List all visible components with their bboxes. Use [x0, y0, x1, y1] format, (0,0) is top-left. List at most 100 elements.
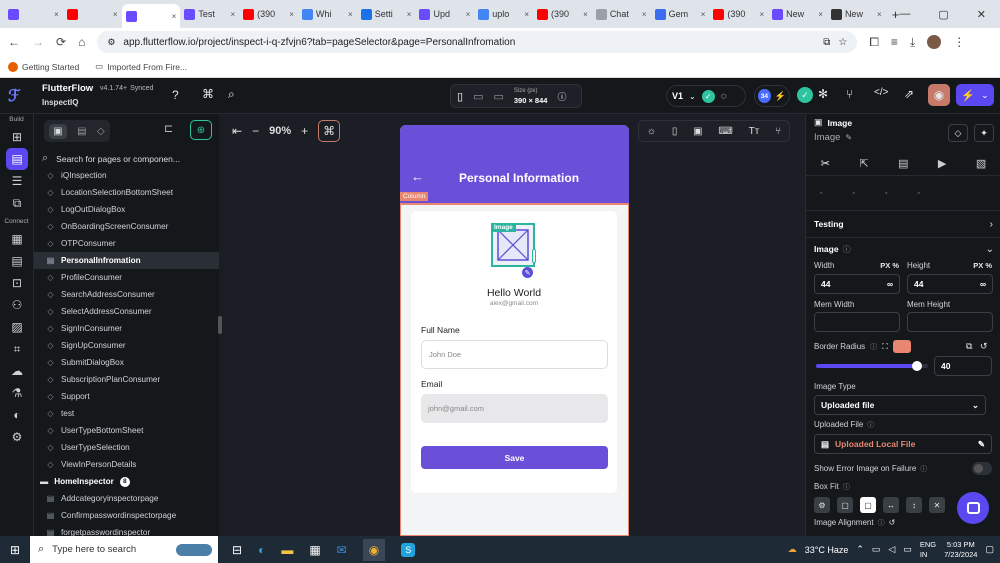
close-tab-icon[interactable]: ×	[172, 12, 177, 21]
fit-width-icon[interactable]: ↔	[883, 497, 899, 513]
infinity-icon[interactable]: ∞	[887, 279, 893, 289]
tab-animations-icon[interactable]: ▶	[938, 157, 946, 170]
text-scale-icon[interactable]: Tт	[749, 126, 760, 137]
bookmark-imported[interactable]: ▭ Imported From Fire...	[95, 61, 187, 72]
full-name-field[interactable]: John Doe	[421, 340, 608, 369]
file-explorer-icon[interactable]: ▬	[281, 543, 293, 557]
page-list-item[interactable]: ▤ PersonalInfromation	[34, 252, 219, 269]
phone-device-icon[interactable]: ▯	[457, 90, 463, 103]
folder-home-inspector[interactable]: ▬ HomeInspector 8	[34, 473, 219, 490]
page-list-item[interactable]: ◇ iQInspection	[34, 167, 219, 184]
maximize-icon[interactable]: ▢	[938, 8, 948, 21]
page-list-item[interactable]: ◇ SignInConsumer	[34, 320, 219, 337]
edit-pencil-icon[interactable]: ✎	[978, 439, 985, 450]
fit-cover-icon[interactable]: ▢	[860, 497, 876, 513]
phone-preview-icon[interactable]: ▯	[672, 126, 678, 137]
open-external-icon[interactable]: ⇗	[904, 87, 914, 101]
border-radius-slider[interactable]	[816, 361, 928, 371]
help-icon[interactable]: ?	[172, 88, 179, 102]
browser-tab[interactable]: Gem ×	[651, 3, 710, 25]
page-list-item[interactable]: ◇ ProfileConsumer	[34, 269, 219, 286]
store-icon[interactable]: ▦	[309, 543, 320, 557]
close-tab-icon[interactable]: ×	[818, 10, 823, 19]
page-list-item[interactable]: ◇ ViewInPersonDetails	[34, 456, 219, 473]
cloud-functions-icon[interactable]: ☁	[0, 360, 34, 382]
notifications-icon[interactable]: ▢	[985, 544, 994, 555]
site-info-icon[interactable]: ⚙	[107, 37, 115, 48]
slider-handle[interactable]	[911, 361, 922, 371]
email-field[interactable]: john@gmail.com	[421, 394, 608, 423]
reset-icon[interactable]: ↺	[980, 341, 988, 352]
validate-check-icon[interactable]: ✓	[797, 87, 813, 103]
browser-tab[interactable]: ×	[4, 3, 63, 25]
chat-icon[interactable]: ◌	[721, 91, 727, 102]
extensions-icon[interactable]: ⧠	[869, 35, 879, 50]
height-unit-toggle[interactable]: PX %	[973, 261, 992, 270]
custom-code-icon[interactable]: ⌗	[0, 338, 34, 360]
close-window-icon[interactable]: ✕	[977, 8, 986, 21]
panel-resize-handle[interactable]	[218, 316, 222, 334]
fit-fill-icon[interactable]: ✕	[929, 497, 945, 513]
page-list-item[interactable]: ◇ SignUpConsumer	[34, 337, 219, 354]
border-radius-input[interactable]: 40	[934, 356, 992, 376]
image-resize-handle[interactable]	[532, 249, 536, 263]
language-indicator[interactable]: ENG IN	[920, 540, 936, 560]
close-tab-icon[interactable]: ×	[113, 10, 118, 19]
page-list-item[interactable]: ◇ SelectAddressConsumer	[34, 303, 219, 320]
page-list-item[interactable]: ◇ OnBoardingScreenConsumer	[34, 218, 219, 235]
browser-tab[interactable]: (390 ×	[239, 3, 298, 25]
gem-tab-icon[interactable]: ◇	[97, 126, 105, 137]
close-tab-icon[interactable]: ×	[524, 10, 529, 19]
run-button[interactable]: ⚡ ⌄	[956, 84, 994, 106]
fit-height-icon[interactable]: ↕	[906, 497, 922, 513]
taskbar-search[interactable]: ⌕ Type here to search	[30, 536, 218, 563]
keyboard-icon[interactable]: ⌨	[718, 126, 732, 137]
page-list-item[interactable]: ◇ LocationSelectionBottomSheet	[34, 184, 219, 201]
radius-uniform-icon[interactable]	[892, 340, 911, 353]
reset-icon[interactable]: ↺	[889, 518, 896, 528]
page-list-item[interactable]: ◇ SubscriptionPlanConsumer	[34, 371, 219, 388]
show-error-toggle[interactable]	[972, 462, 992, 475]
page-list-item[interactable]: ◇ LogOutDialogBox	[34, 201, 219, 218]
bookmark-getting-started[interactable]: Getting Started	[8, 61, 79, 72]
browser-tab[interactable]: Test ×	[180, 3, 239, 25]
copy-icon[interactable]: ⧉	[966, 341, 972, 352]
bookmark-star-icon[interactable]: ☆	[838, 37, 847, 48]
page-list-item[interactable]: ◇ Support	[34, 388, 219, 405]
page-search[interactable]: ⌕ Search for pages or componen...	[42, 152, 212, 165]
home-icon[interactable]: ⌂	[78, 35, 85, 49]
theme-icon[interactable]: ◐	[0, 404, 34, 426]
address-bar[interactable]: ⚙ app.flutterflow.io/project/inspect-i-q…	[97, 31, 858, 53]
close-tab-icon[interactable]: ×	[701, 10, 706, 19]
windows-start-icon[interactable]: ⊞	[0, 543, 30, 557]
app-values-icon[interactable]: ⊡	[0, 272, 34, 294]
page-list-item[interactable]: ◇ OTPConsumer	[34, 235, 219, 252]
browser-tab[interactable]: Setti ×	[357, 3, 416, 25]
clock[interactable]: 5:03 PM 7/23/2024	[944, 540, 977, 560]
light-mode-icon[interactable]: ☼	[647, 126, 656, 137]
install-app-icon[interactable]: ⧉	[823, 37, 830, 48]
browser-tab[interactable]: New ×	[768, 3, 827, 25]
min-height-input[interactable]	[907, 312, 993, 332]
command-icon[interactable]: ⌘	[202, 87, 214, 101]
close-tab-icon[interactable]: ×	[230, 10, 235, 19]
tray-chevron-icon[interactable]: ⌃	[856, 544, 864, 555]
page-search-input[interactable]: Search for pages or componen...	[56, 154, 180, 164]
uploaded-file-field[interactable]: ▤ Uploaded Local File ✎	[814, 434, 992, 454]
pages-icon[interactable]: ▤	[6, 148, 28, 170]
menu-icon[interactable]: ⋮	[953, 35, 965, 49]
browser-tab[interactable]: uplo ×	[474, 3, 533, 25]
task-view-icon[interactable]: ⊟	[232, 543, 242, 557]
info-icon[interactable]: ⓘ	[557, 90, 566, 103]
close-tab-icon[interactable]: ×	[642, 10, 647, 19]
widget-name-row[interactable]: Image ✎	[814, 132, 852, 143]
browser-tab[interactable]: (390 ×	[533, 3, 592, 25]
code-icon[interactable]: </>	[874, 87, 888, 98]
battery-icon[interactable]: ▭	[903, 544, 912, 555]
browser-tab[interactable]: New ×	[827, 3, 886, 25]
pages-tab-icon[interactable]: ▣	[49, 123, 67, 139]
browser-tab[interactable]: ×	[63, 3, 122, 25]
radius-individual-icon[interactable]: ⛶	[882, 342, 888, 352]
components-icon[interactable]: ⧉	[0, 192, 34, 214]
close-tab-icon[interactable]: ×	[54, 10, 59, 19]
